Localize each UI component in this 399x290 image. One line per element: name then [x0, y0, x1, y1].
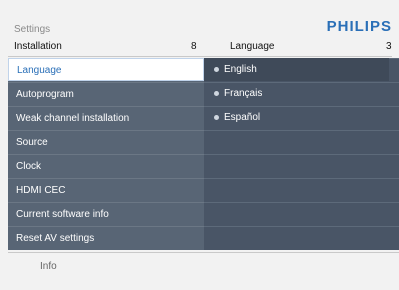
option-row: [204, 178, 399, 201]
menu-item-autoprogram[interactable]: Autoprogram: [8, 82, 204, 105]
option-label: Español: [224, 112, 261, 123]
top-bar: Settings PHILIPS: [8, 18, 392, 36]
menu-item-clock[interactable]: Clock: [8, 154, 204, 177]
language-header-label: Language: [230, 41, 275, 52]
installation-count: 8: [191, 41, 197, 52]
installation-menu: Language Autoprogram Weak channel instal…: [8, 58, 204, 250]
installation-header-label: Installation: [14, 41, 62, 52]
info-hint: Info: [40, 261, 57, 272]
menu-item-language[interactable]: Language: [8, 58, 204, 81]
option-english[interactable]: English: [204, 58, 389, 81]
radio-dot-icon: [214, 66, 219, 72]
language-options-panel: English Français Español: [204, 58, 399, 250]
menu-item-source[interactable]: Source: [8, 130, 204, 153]
option-row: [204, 154, 399, 177]
brand-logo: PHILIPS: [326, 18, 392, 35]
page-title: Settings: [14, 24, 51, 35]
header-row: Installation 8 Language 3: [8, 40, 392, 57]
option-espanol[interactable]: Español: [214, 106, 260, 129]
menu-item-weak-channel-installation[interactable]: Weak channel installation: [8, 106, 204, 129]
settings-screen: Settings PHILIPS Installation 8 Language…: [0, 0, 399, 290]
option-francais[interactable]: Français: [214, 82, 262, 105]
radio-dot-icon: [214, 114, 219, 120]
menu-item-reset-av-settings[interactable]: Reset AV settings: [8, 226, 204, 249]
option-row: [204, 130, 399, 153]
option-label: Français: [224, 88, 263, 99]
option-label: English: [224, 64, 257, 75]
footer: Info: [8, 252, 399, 290]
radio-dot-icon: [214, 90, 219, 96]
option-row: [204, 202, 399, 225]
language-count: 3: [386, 41, 392, 52]
menu-item-hdmi-cec[interactable]: HDMI CEC: [8, 178, 204, 201]
menu-item-current-software-info[interactable]: Current software info: [8, 202, 204, 225]
option-row: [204, 226, 399, 249]
